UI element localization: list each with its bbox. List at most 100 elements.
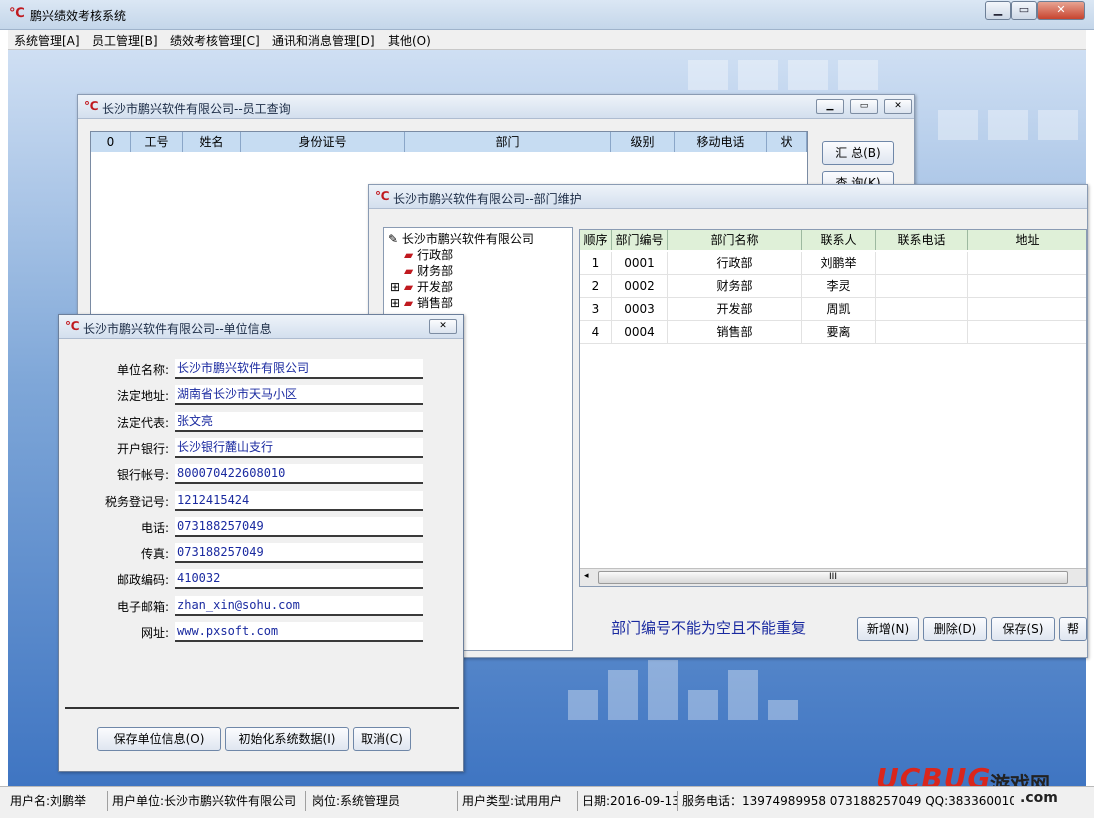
dept-cell[interactable]: 0003	[612, 298, 668, 320]
folder-pen-icon: ✎	[388, 232, 399, 246]
cancel-button[interactable]: 取消(C)	[353, 727, 411, 751]
dept-cell[interactable]	[968, 298, 1086, 320]
dept-cell[interactable]	[876, 275, 968, 297]
dept-cell[interactable]: 1	[580, 252, 612, 274]
dept-cell[interactable]: 0001	[612, 252, 668, 274]
menu-employee[interactable]: 员工管理[B]	[92, 32, 158, 49]
dept-cell[interactable]: 0002	[612, 275, 668, 297]
tree-root[interactable]: ✎ 长沙市鹏兴软件有限公司	[388, 230, 534, 247]
row-divider	[580, 343, 1086, 344]
field-label: 电话:	[140, 520, 169, 535]
field-input[interactable]: 073188257049	[175, 543, 423, 564]
field-input[interactable]: 073188257049	[175, 516, 423, 537]
field-label: 银行帐号:	[116, 468, 169, 483]
book-icon: ▰	[404, 248, 414, 262]
tree-node-dev[interactable]: ⊞ ▰ 开发部	[390, 278, 453, 295]
dept-cell[interactable]: 2	[580, 275, 612, 297]
maximize-button[interactable]: ▭	[1011, 1, 1037, 20]
scroll-thumb[interactable]: III	[598, 571, 1068, 584]
dept-cell[interactable]	[876, 252, 968, 274]
watermark-suffix: .com	[1020, 790, 1058, 806]
field-input[interactable]: 410032	[175, 569, 423, 590]
field-label: 邮政编码:	[116, 573, 169, 588]
dept-cell[interactable]: 3	[580, 298, 612, 320]
tree-node-label: 行政部	[417, 248, 454, 262]
field-input[interactable]: 1212415424	[175, 490, 423, 511]
tree-node-admin[interactable]: ▰ 行政部	[404, 246, 453, 263]
dept-cell[interactable]	[876, 298, 968, 320]
tree-root-label: 长沙市鹏兴软件有限公司	[401, 232, 534, 246]
field-input[interactable]: 长沙市鹏兴软件有限公司	[175, 359, 423, 379]
tree-node-label: 销售部	[416, 296, 453, 310]
dept-cell[interactable]	[968, 275, 1086, 297]
department-grid[interactable]: 顺序 部门编号 部门名称 联系人 联系电话 地址 1 0001 行政部 刘鹏举 2 000…	[579, 229, 1087, 587]
app-titlebar: ℃ 鹏兴绩效考核系统 ▁ ▭ ✕	[0, 0, 1094, 30]
field-label: 税务登记号:	[104, 494, 169, 509]
menu-performance[interactable]: 绩效考核管理[C]	[170, 32, 260, 49]
emp-col-name: 姓名	[183, 132, 241, 152]
tree-node-label: 开发部	[416, 280, 453, 294]
dept-col-phone: 联系电话	[876, 230, 968, 250]
expand-icon[interactable]: ⊞	[390, 296, 400, 310]
dept-cell[interactable]: 财务部	[668, 275, 802, 297]
employee-query-title: 长沙市鹏兴软件有限公司--员工查询	[102, 102, 291, 116]
minimize-button[interactable]: ▁	[985, 1, 1011, 20]
dept-col-code: 部门编号	[612, 230, 668, 250]
field-input[interactable]: www.pxsoft.com	[175, 622, 423, 642]
field-label: 网址:	[140, 626, 169, 640]
field-input[interactable]: zhan_xin@sohu.com	[175, 595, 423, 616]
dept-cell[interactable]: 4	[580, 321, 612, 343]
dept-cell[interactable]: 李灵	[802, 275, 876, 297]
dept-cell[interactable]: 销售部	[668, 321, 802, 343]
emp-minimize-button[interactable]: ▁	[816, 99, 844, 114]
dept-cell[interactable]: 0004	[612, 321, 668, 343]
init-system-data-button[interactable]: 初始化系统数据(I)	[225, 727, 349, 751]
dept-col-name: 部门名称	[668, 230, 802, 250]
emp-close-button[interactable]: ✕	[884, 99, 912, 114]
expand-icon[interactable]: ⊞	[390, 280, 400, 294]
validation-hint: 部门编号不能为空且不能重复	[611, 619, 807, 637]
field-input[interactable]: 长沙银行麓山支行	[175, 437, 423, 458]
delete-button[interactable]: 删除(D)	[923, 617, 987, 641]
dept-cell[interactable]: 开发部	[668, 298, 802, 320]
field-input[interactable]: 湖南省长沙市天马小区	[175, 385, 423, 406]
field-input[interactable]: 800070422608010	[175, 464, 423, 485]
emp-col-id: 工号	[131, 132, 183, 152]
app-title: 鹏兴绩效考核系统	[30, 9, 127, 23]
tree-node-sales[interactable]: ⊞ ▰ 销售部	[390, 294, 453, 311]
dept-cell[interactable]	[968, 252, 1086, 274]
dept-cell[interactable]	[876, 321, 968, 343]
dept-cell[interactable]: 要离	[802, 321, 876, 343]
unit-close-button[interactable]: ✕	[429, 319, 457, 334]
book-icon: ▰	[403, 296, 414, 310]
menu-messaging[interactable]: 通讯和消息管理[D]	[272, 32, 375, 49]
dept-cell[interactable]: 刘鹏举	[802, 252, 876, 274]
field-label: 传真:	[140, 547, 169, 562]
emp-col-status: 状	[767, 132, 807, 152]
menu-other[interactable]: 其他(O)	[388, 32, 431, 49]
book-icon: ▰	[404, 264, 414, 278]
status-username: 用户名:刘鹏举	[8, 791, 108, 811]
dept-cell[interactable]: 行政部	[668, 252, 802, 274]
tree-node-finance[interactable]: ▰ 财务部	[404, 262, 453, 279]
save-button[interactable]: 保存(S)	[991, 617, 1055, 641]
field-label: 电子邮箱:	[116, 599, 169, 614]
unit-info-title: 长沙市鹏兴软件有限公司--单位信息	[83, 322, 272, 336]
window-logo-icon: ℃	[65, 319, 80, 333]
help-button[interactable]: 帮	[1059, 617, 1087, 641]
book-icon: ▰	[403, 280, 414, 294]
app-logo-icon: ℃	[9, 6, 25, 21]
dept-cell[interactable]	[968, 321, 1086, 343]
menu-system[interactable]: 系统管理[A]	[14, 32, 80, 49]
add-button[interactable]: 新增(N)	[857, 617, 919, 641]
field-input[interactable]: 张文亮	[175, 411, 423, 432]
tree-node-label: 财务部	[417, 264, 454, 278]
close-button[interactable]: ✕	[1037, 1, 1085, 20]
dept-cell[interactable]: 周凯	[802, 298, 876, 320]
summary-button[interactable]: 汇 总(B)	[822, 141, 894, 165]
emp-col-idcard: 身份证号	[241, 132, 405, 152]
emp-maximize-button[interactable]: ▭	[850, 99, 878, 114]
scroll-left-icon[interactable]: ◂	[584, 571, 589, 581]
save-unit-info-button[interactable]: 保存单位信息(O)	[97, 727, 221, 751]
horizontal-scrollbar[interactable]: ◂ III	[580, 568, 1086, 586]
